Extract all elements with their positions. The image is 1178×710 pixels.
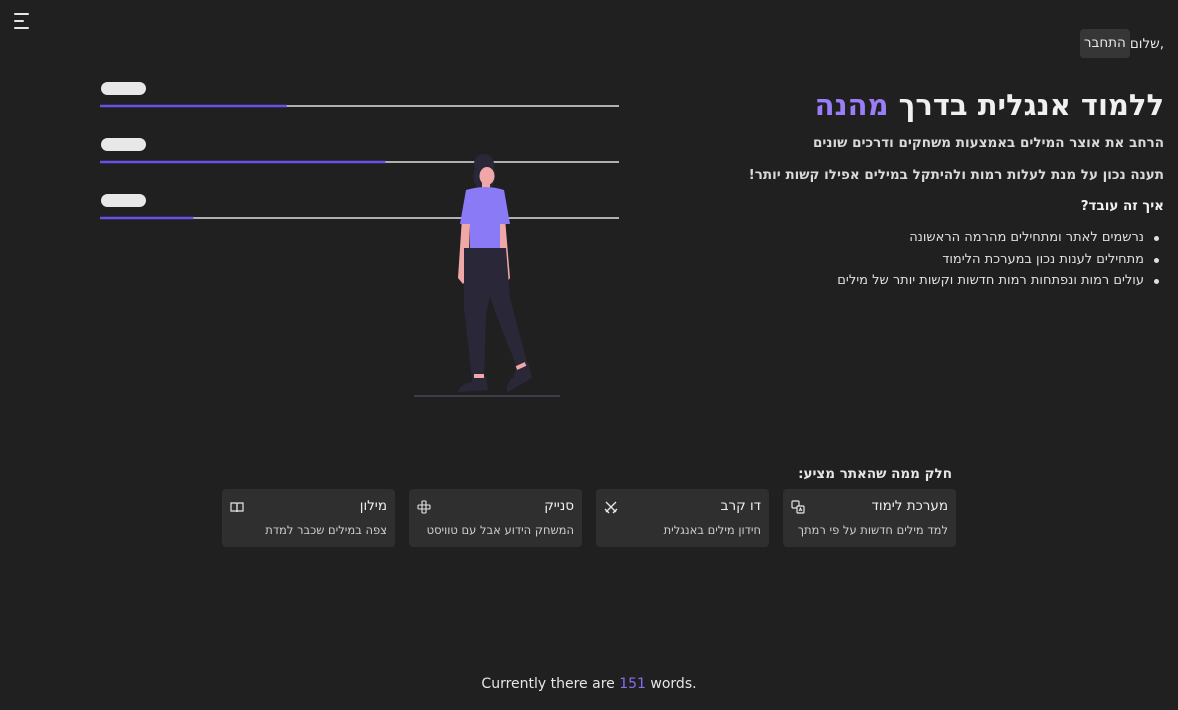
title-main: ללמוד אנגלית בדרך xyxy=(888,88,1164,122)
login-button[interactable]: התחבר xyxy=(1079,29,1130,58)
menu-line xyxy=(14,27,29,29)
progress-pill xyxy=(101,138,146,151)
card-description: צפה במילים שכבר למדת xyxy=(265,523,387,537)
progress-row xyxy=(100,194,619,220)
swords-icon xyxy=(604,501,618,514)
card-title: מערכת לימוד xyxy=(871,498,948,514)
hero-lead: הרחב את אוצר המילים באמצעות משחקים ודרכי… xyxy=(813,135,1164,151)
card-duel[interactable]: דו קרב חידון מילים באנגלית xyxy=(596,489,769,547)
card-description: חידון מילים באנגלית xyxy=(663,523,761,537)
progress-row xyxy=(100,82,619,108)
how-it-works-title: איך זה עובד? xyxy=(1080,198,1164,214)
person-figure xyxy=(458,154,532,392)
word-count: 151 xyxy=(619,676,646,692)
hero-illustration xyxy=(100,82,619,397)
card-title: מילון xyxy=(359,498,387,514)
user-greeting: שלום, התחבר xyxy=(1078,29,1164,58)
menu-line xyxy=(14,13,29,15)
features-title: חלק ממה שהאתר מציע: xyxy=(798,466,952,482)
progress-pill xyxy=(101,194,146,207)
menu-line xyxy=(14,20,24,22)
step-item: עולים רמות ונפתחות רמות חדשות וקשות יותר… xyxy=(744,270,1164,292)
greeting-text: שלום, xyxy=(1129,35,1164,52)
card-description: למד מילים חדשות על פי רמתך xyxy=(797,523,948,537)
hero-lead-secondary: תענה נכון על מנת לעלות רמות ולהיתקל במיל… xyxy=(748,167,1164,183)
card-dictionary[interactable]: מילון צפה במילים שכבר למדת xyxy=(222,489,395,547)
progress-row xyxy=(100,138,619,164)
book-icon xyxy=(230,502,244,513)
hero-section: ללמוד אנגלית בדרך מהנה הרחב את אוצר המיל… xyxy=(744,86,1164,292)
footer-suffix: words. xyxy=(645,676,697,692)
title-accent: מהנה xyxy=(814,88,889,122)
steps-list: נרשמים לאתר ומתחילים מהרמה הראשונה מתחיל… xyxy=(744,227,1164,292)
features-cards: מערכת לימוד למד מילים חדשות על פי רמתך ד… xyxy=(222,489,956,547)
word-count-footer: Currently there are 151 words. xyxy=(0,676,1178,692)
card-description: המשחק הידוע אבל עם טוויסט xyxy=(426,523,574,537)
step-item: נרשמים לאתר ומתחילים מהרמה הראשונה xyxy=(744,227,1164,249)
progress-pill xyxy=(101,82,146,95)
card-title: סנייק xyxy=(544,498,574,514)
page-title: ללמוד אנגלית בדרך מהנה xyxy=(744,86,1164,124)
step-item: מתחילים לענות נכון במערכת הלימוד xyxy=(744,249,1164,271)
card-title: דו קרב xyxy=(720,498,761,514)
card-snake[interactable]: סנייק המשחק הידוע אבל עם טוויסט xyxy=(409,489,582,547)
card-learning-system[interactable]: מערכת לימוד למד מילים חדשות על פי רמתך xyxy=(783,489,956,547)
menu-button[interactable] xyxy=(14,13,30,29)
gamepad-icon xyxy=(417,500,431,514)
translate-icon xyxy=(791,500,805,514)
footer-prefix: Currently there are xyxy=(481,676,620,692)
